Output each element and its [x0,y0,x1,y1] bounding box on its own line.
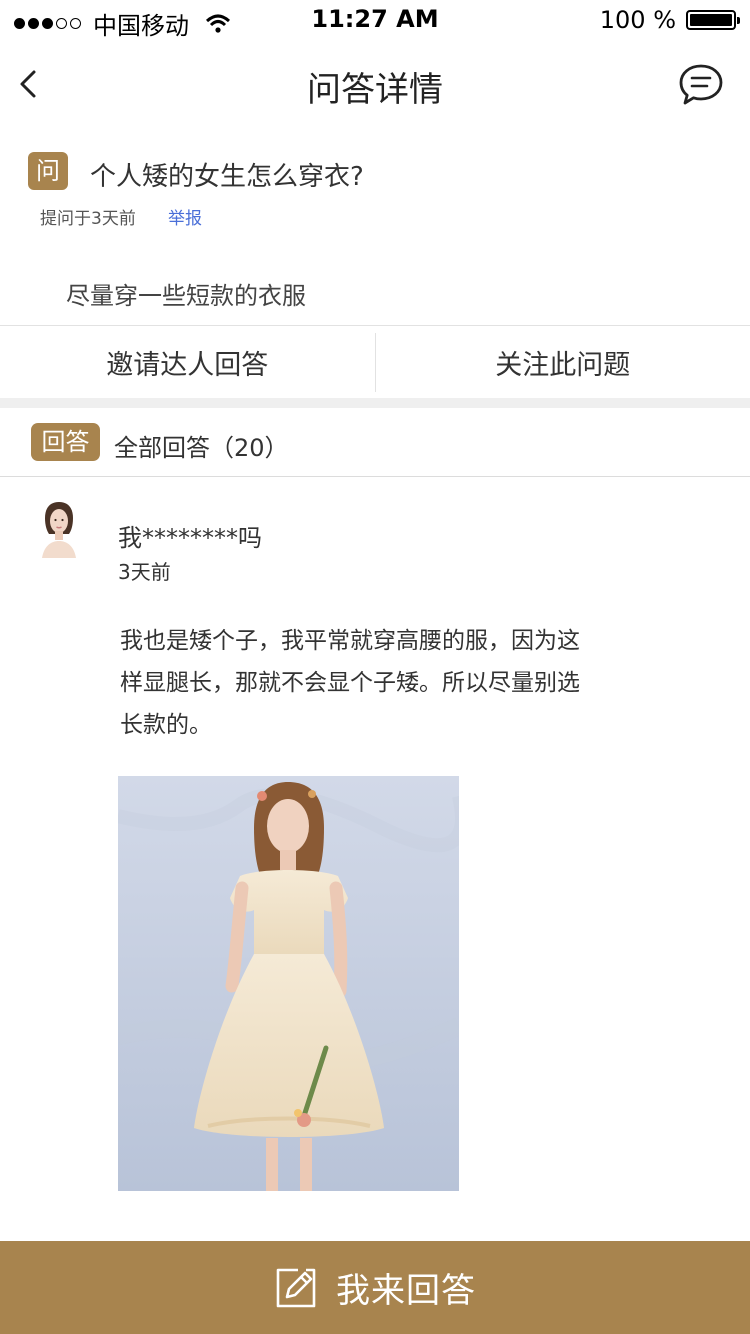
question-description: 尽量穿一些短款的衣服 [66,282,306,310]
battery-percent: 100 % [599,6,676,34]
answers-badge: 回答 [31,423,100,461]
answers-count: 全部回答（20） [114,434,289,462]
question-badge: 问 [28,152,68,190]
section-separator [0,398,750,408]
status-bar: 中国移动 11:27 AM 100 % [0,0,750,40]
follow-question-button[interactable]: 关注此问题 [376,326,750,399]
question-title: 个人矮的女生怎么穿衣? [90,162,364,192]
invite-expert-button[interactable]: 邀请达人回答 [0,326,375,399]
battery-icon [686,10,740,30]
page-title: 问答详情 [307,70,443,110]
answer-now-label: 我来回答 [336,1271,476,1311]
question-meta: 提问于3天前 [40,209,136,229]
edit-icon [276,1268,316,1307]
answer-now-button[interactable]: 我来回答 [0,1241,750,1334]
chevron-left-icon[interactable] [14,66,44,102]
answer-time: 3天前 [118,560,171,584]
chat-bubble-icon[interactable] [678,62,724,108]
status-right: 100 % [599,6,740,34]
answer-text: 我也是矮个子，我平常就穿高腰的服，因为这样显腿长，那就不会显个子矮。所以尽量别选… [120,628,580,738]
avatar[interactable] [36,496,82,558]
report-link[interactable]: 举报 [168,204,202,229]
nav-bar: 问答详情 [0,40,750,130]
answer-username[interactable]: 我********吗 [118,518,262,553]
answer-image[interactable] [118,776,459,1191]
answers-header: 回答 全部回答（20） [0,408,750,477]
question-actions: 邀请达人回答 关注此问题 [0,325,750,399]
